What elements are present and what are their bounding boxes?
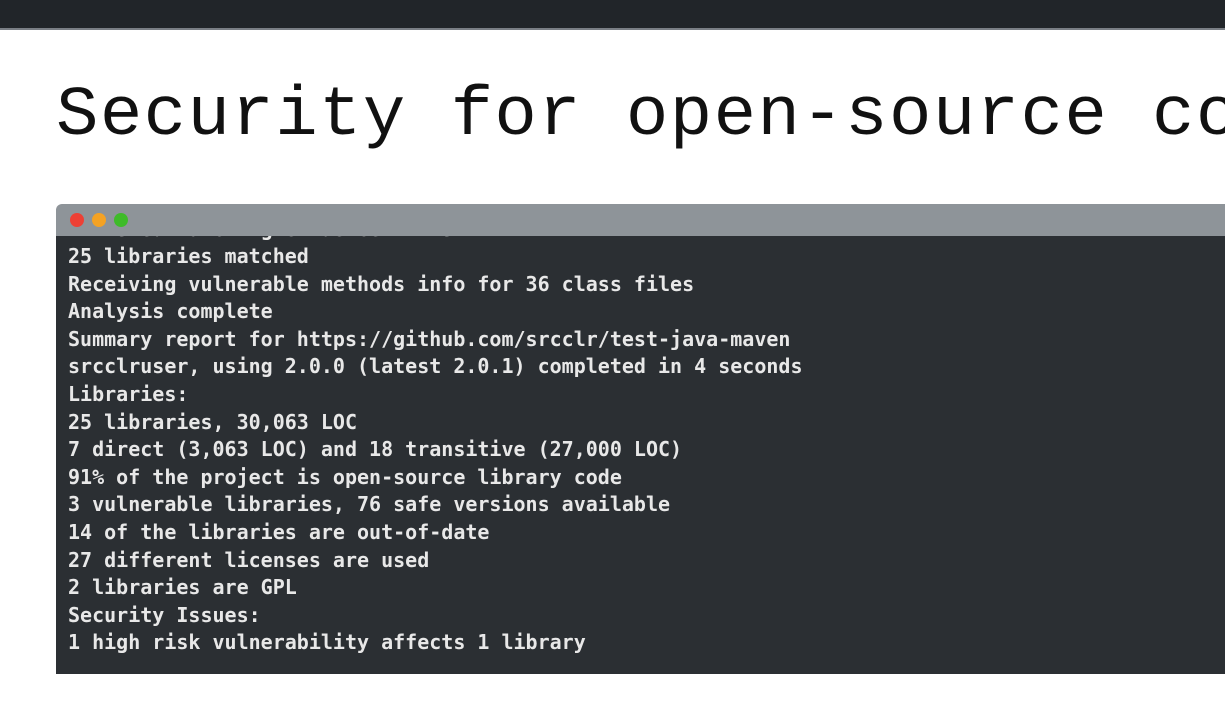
top-bar [0,0,1225,30]
terminal-line: Finished matching evidence in 1s [68,236,1213,244]
terminal-window: Finished matching evidence in 1s 25 libr… [56,204,1225,674]
close-icon[interactable] [70,213,84,227]
terminal-line: 25 libraries, 30,063 LOC [68,409,1213,437]
terminal-line: 1 high risk vulnerability affects 1 libr… [68,629,1213,657]
terminal-line: 3 vulnerable libraries, 76 safe versions… [68,491,1213,519]
slide-content: Security for open-source code. Finished … [0,30,1225,674]
terminal-line: Receiving vulnerable methods info for 36… [68,271,1213,299]
terminal-line: 14 of the libraries are out-of-date [68,519,1213,547]
terminal-line: Security Issues: [68,602,1213,630]
maximize-icon[interactable] [114,213,128,227]
terminal-line: 27 different licenses are used [68,547,1213,575]
terminal-titlebar [56,204,1225,236]
terminal-line: srcclruser, using 2.0.0 (latest 2.0.1) c… [68,353,1213,381]
terminal-line: 7 direct (3,063 LOC) and 18 transitive (… [68,436,1213,464]
terminal-line: 91% of the project is open-source librar… [68,464,1213,492]
terminal-line: Analysis complete [68,298,1213,326]
terminal-body: Finished matching evidence in 1s 25 libr… [56,236,1225,674]
terminal-line: 2 libraries are GPL [68,574,1213,602]
page-title: Security for open-source code. [56,80,1225,154]
terminal-line: Libraries: [68,381,1213,409]
terminal-line: 25 libraries matched [68,243,1213,271]
minimize-icon[interactable] [92,213,106,227]
terminal-line: Summary report for https://github.com/sr… [68,326,1213,354]
